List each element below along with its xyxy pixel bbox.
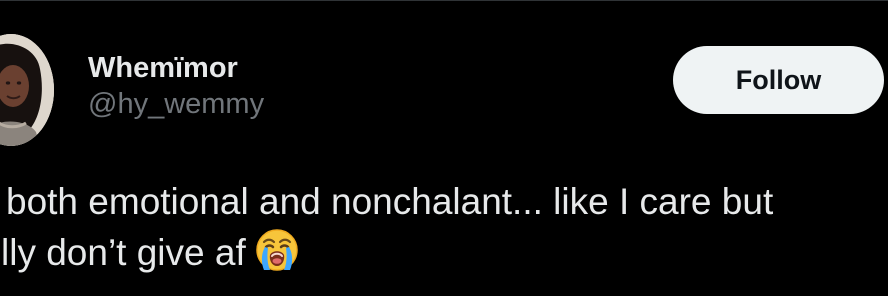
follow-button[interactable]: Follow xyxy=(673,46,884,114)
tweet-text: both emotional and nonchalant... like I … xyxy=(0,176,888,278)
tweet-card: Whemïmor @hy_wemmy Follow both emotional… xyxy=(0,0,888,296)
loudly-crying-face-icon xyxy=(254,227,300,273)
tweet-text-line-2: lly don’t give af xyxy=(1,227,888,278)
tweet-text-line-1: both emotional and nonchalant... like I … xyxy=(6,181,774,222)
tweet-text-line-2-copy: lly don’t give af xyxy=(1,232,246,273)
display-name[interactable]: Whemïmor xyxy=(88,50,508,86)
top-divider xyxy=(0,0,888,1)
profile-photo-icon xyxy=(0,34,54,146)
avatar[interactable] xyxy=(0,34,54,146)
user-handle[interactable]: @hy_wemmy xyxy=(88,86,508,122)
user-meta: Whemïmor @hy_wemmy xyxy=(88,50,508,122)
